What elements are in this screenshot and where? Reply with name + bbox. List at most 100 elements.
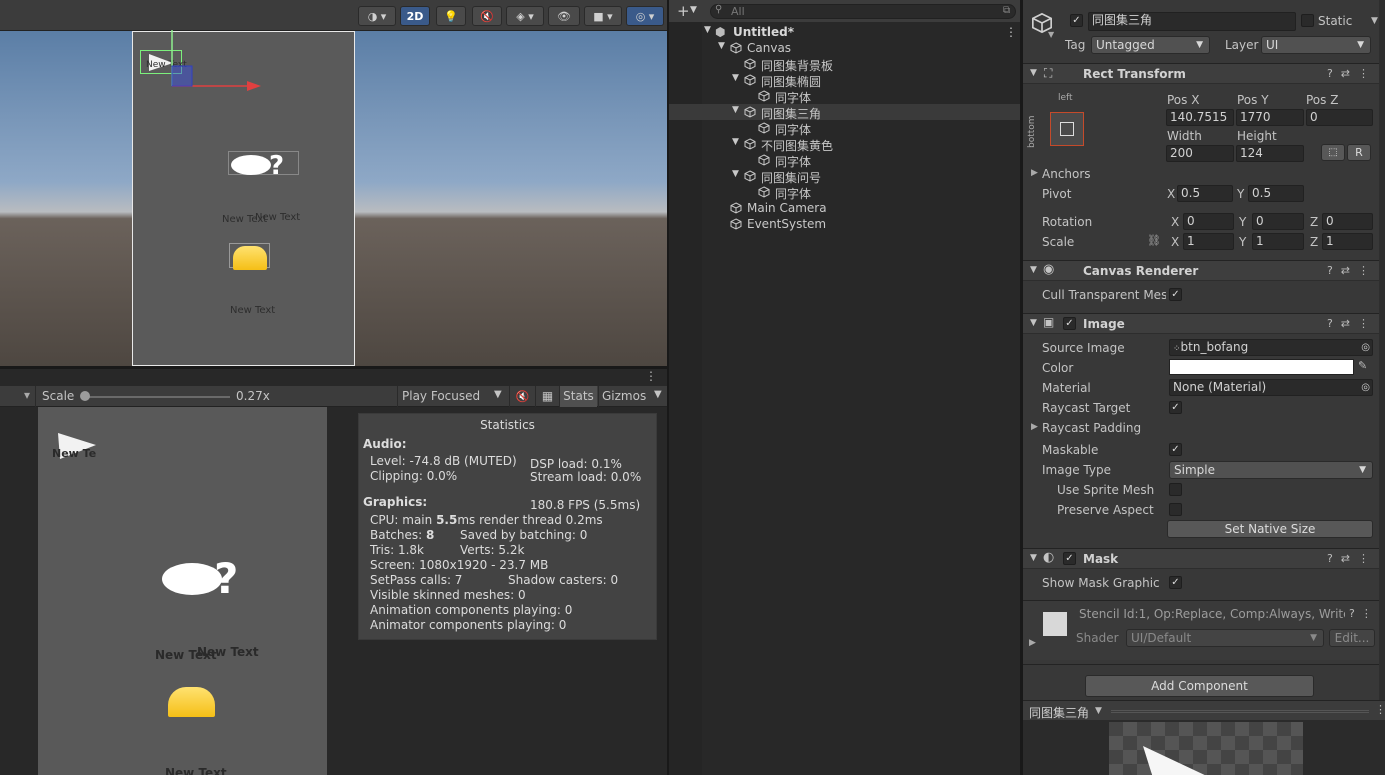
- mask-header[interactable]: ▼ ◐ ✓ Mask ?⇄⋮: [1023, 548, 1385, 569]
- shading-mode-dropdown[interactable]: ◑ ▾: [358, 6, 396, 26]
- show-mask-graphic-checkbox[interactable]: ✓: [1169, 576, 1182, 589]
- preserve-aspect-checkbox[interactable]: [1169, 503, 1182, 516]
- hierarchy-scene-row[interactable]: ▼ ⬢ Untitled* ⋮: [669, 24, 1020, 40]
- chevron-down-icon[interactable]: ▼: [1048, 30, 1054, 39]
- component-menu-icons[interactable]: ?⇄⋮: [1327, 552, 1377, 565]
- rot-y-field[interactable]: 0: [1252, 213, 1304, 230]
- hierarchy-item[interactable]: 同字体: [669, 184, 1020, 201]
- effects-dropdown-icon[interactable]: ◈ ▾: [506, 6, 544, 26]
- chevron-down-icon[interactable]: ▼: [690, 5, 697, 15]
- mask-enabled-checkbox[interactable]: ✓: [1063, 552, 1076, 565]
- chevron-down-icon[interactable]: ▼: [732, 137, 739, 147]
- set-native-size-button[interactable]: Set Native Size: [1167, 520, 1373, 538]
- hierarchy-item[interactable]: 同图集背景板: [669, 56, 1020, 73]
- visibility-toggle-icon[interactable]: 👁: [548, 6, 580, 26]
- yellow-rect-outline[interactable]: [229, 243, 270, 270]
- search-options-icon[interactable]: ⧉: [1003, 5, 1010, 16]
- image-type-dropdown[interactable]: Simple ▼: [1169, 461, 1373, 479]
- play-focused-dropdown[interactable]: Play Focused ▼: [397, 386, 507, 407]
- object-picker-icon[interactable]: ◎: [1361, 380, 1370, 395]
- object-picker-icon[interactable]: ◎: [1361, 340, 1370, 355]
- chevron-down-icon[interactable]: ▼: [1371, 16, 1378, 26]
- component-menu-icons[interactable]: ?⇄⋮: [1327, 264, 1377, 277]
- grid-icon[interactable]: ▦: [535, 386, 559, 407]
- preview-header[interactable]: 同图集三角 ▼ ⋮: [1023, 700, 1385, 720]
- search-input[interactable]: All: [731, 5, 745, 18]
- gizmos-dropdown[interactable]: Gizmos ▼: [598, 386, 667, 407]
- gizmos-dropdown-icon[interactable]: ◎ ▾: [626, 6, 664, 26]
- component-menu-icons[interactable]: ?⇄⋮: [1327, 317, 1377, 330]
- chevron-down-icon[interactable]: ▼: [718, 41, 725, 51]
- scale-slider-track[interactable]: [84, 396, 230, 398]
- hierarchy-item[interactable]: ▼ 同图集问号: [669, 168, 1020, 185]
- lighting-toggle-icon[interactable]: 💡: [436, 6, 466, 26]
- more-options-icon[interactable]: ⋮: [1005, 25, 1017, 39]
- shader-dropdown[interactable]: UI/Default ▼: [1126, 629, 1324, 647]
- inspector-scrollbar[interactable]: [1379, 0, 1385, 700]
- more-options-icon[interactable]: ⋮: [645, 369, 657, 383]
- raycast-padding-label[interactable]: Raycast Padding: [1042, 421, 1141, 435]
- game-render-area[interactable]: New Te ? New Text New Text New Text: [38, 407, 327, 775]
- audio-toggle-icon[interactable]: 🔇: [472, 6, 502, 26]
- hierarchy-item[interactable]: Main Camera: [669, 200, 1020, 216]
- pivot-x-field[interactable]: 0.5: [1177, 185, 1233, 202]
- panel-divider[interactable]: [0, 366, 667, 369]
- source-image-field[interactable]: ⁘btn_bofang ◎: [1169, 339, 1373, 356]
- maskable-checkbox[interactable]: ✓: [1169, 443, 1182, 456]
- scale-y-field[interactable]: 1: [1252, 233, 1304, 250]
- move-gizmo-icon[interactable]: [165, 28, 265, 98]
- hierarchy-item[interactable]: 同字体: [669, 120, 1020, 137]
- scale-slider-handle[interactable]: [80, 391, 90, 401]
- stats-toggle-button[interactable]: Stats: [559, 386, 597, 407]
- tag-dropdown[interactable]: Untagged ▼: [1091, 36, 1210, 54]
- edit-shader-button[interactable]: Edit...: [1329, 629, 1375, 647]
- add-icon[interactable]: +: [677, 2, 690, 20]
- 2d-toggle-button[interactable]: 2D: [400, 6, 430, 26]
- color-swatch[interactable]: [1169, 359, 1354, 375]
- eyedropper-icon[interactable]: ✎: [1358, 359, 1367, 372]
- image-header[interactable]: ▼ ▣ ✓ Image ?⇄⋮: [1023, 313, 1385, 334]
- material-menu-icons[interactable]: ?⋮: [1349, 607, 1378, 620]
- hierarchy-item[interactable]: 同字体: [669, 152, 1020, 169]
- scale-z-field[interactable]: 1: [1322, 233, 1373, 250]
- chevron-right-icon[interactable]: ▶: [1031, 422, 1038, 432]
- chevron-down-icon[interactable]: ▼: [732, 169, 739, 179]
- use-sprite-mesh-checkbox[interactable]: [1169, 483, 1182, 496]
- hierarchy-item[interactable]: ▼ Canvas: [669, 40, 1020, 56]
- scale-x-field[interactable]: 1: [1183, 233, 1234, 250]
- static-checkbox[interactable]: [1301, 14, 1314, 27]
- cull-checkbox[interactable]: ✓: [1169, 288, 1182, 301]
- canvas-renderer-header[interactable]: ▼ ◉ Canvas Renderer ?⇄⋮: [1023, 260, 1385, 281]
- raycast-target-checkbox[interactable]: ✓: [1169, 401, 1182, 414]
- panel-divider[interactable]: [1020, 0, 1023, 775]
- chevron-down-icon[interactable]: ▼: [732, 105, 739, 115]
- height-field[interactable]: 124: [1236, 145, 1304, 162]
- hierarchy-search[interactable]: ⚲ All ⧉: [710, 4, 1016, 19]
- component-menu-icons[interactable]: ?⇄⋮: [1327, 67, 1377, 80]
- image-enabled-checkbox[interactable]: ✓: [1063, 317, 1076, 330]
- hierarchy-item[interactable]: ▼ 同图集椭圆: [669, 72, 1020, 89]
- rot-x-field[interactable]: 0: [1183, 213, 1234, 230]
- preview-drag-handle[interactable]: [1111, 710, 1369, 713]
- active-checkbox[interactable]: ✓: [1070, 14, 1083, 27]
- chevron-down-icon[interactable]: ▼: [704, 25, 711, 35]
- hierarchy-item[interactable]: ▼ 不同图集黄色: [669, 136, 1020, 153]
- panel-divider[interactable]: [667, 0, 669, 775]
- rect-transform-header[interactable]: ▼ ⛶ Rect Transform ?⇄⋮: [1023, 63, 1385, 84]
- chevron-down-icon[interactable]: ▼: [1095, 706, 1102, 716]
- hierarchy-item-selected[interactable]: ▼ 同图集三角: [669, 104, 1020, 121]
- blueprint-mode-icon[interactable]: ⬚: [1321, 144, 1345, 161]
- pivot-y-field[interactable]: 0.5: [1248, 185, 1304, 202]
- width-field[interactable]: 200: [1166, 145, 1234, 162]
- anchor-presets-button[interactable]: [1050, 112, 1084, 146]
- anchors-label[interactable]: Anchors: [1042, 167, 1091, 181]
- chevron-right-icon[interactable]: ▶: [1029, 638, 1036, 648]
- game-view[interactable]: ⋮ ▾ Scale 0.27x Play Focused ▼ 🔇 ▦ Stats…: [0, 369, 667, 775]
- material-field[interactable]: None (Material) ◎: [1169, 379, 1373, 396]
- pos-y-field[interactable]: 1770: [1236, 109, 1304, 126]
- chevron-right-icon[interactable]: ▶: [1031, 168, 1038, 178]
- more-options-icon[interactable]: ⋮: [1375, 703, 1385, 716]
- question-rect-outline[interactable]: ?: [228, 151, 299, 181]
- raw-edit-button[interactable]: R: [1347, 144, 1371, 161]
- hierarchy-item[interactable]: EventSystem: [669, 216, 1020, 232]
